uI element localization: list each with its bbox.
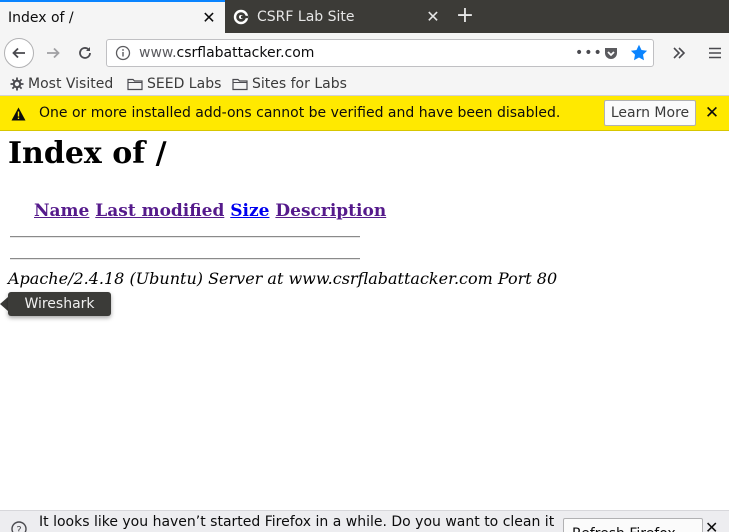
help-icon: ? <box>11 521 27 532</box>
tab-strip: Index of / ✕ CSRF Lab Site ✕ + <box>0 0 729 33</box>
forward-button[interactable] <box>38 33 68 73</box>
tab-close-icon[interactable]: ✕ <box>201 8 217 27</box>
folder-icon <box>127 78 143 91</box>
bookmark-label: Sites for Labs <box>252 76 347 92</box>
folder-icon <box>232 78 248 91</box>
tooltip-arrow <box>0 297 8 311</box>
forward-arrow-icon <box>47 47 60 59</box>
double-chevron-icon <box>673 47 686 59</box>
column-last-modified-link[interactable]: Last modified <box>95 201 224 221</box>
bookmarks-toolbar: Most Visited SEED Labs Sites for Labs <box>0 73 729 96</box>
bookmark-label: SEED Labs <box>147 76 222 92</box>
addon-warning-bar: One or more installed add-ons cannot be … <box>0 96 729 131</box>
bookmark-star-icon[interactable] <box>629 43 649 63</box>
url-host: csrflabattacker.com <box>176 45 315 61</box>
bookmark-label: Most Visited <box>28 76 114 92</box>
bookmark-seed-labs[interactable]: SEED Labs <box>127 73 221 95</box>
site-favicon-icon <box>233 9 249 25</box>
page-actions-icon[interactable]: ••• <box>575 41 603 65</box>
back-button[interactable] <box>4 33 34 73</box>
close-icon[interactable]: ✕ <box>705 518 718 532</box>
reload-button[interactable] <box>70 33 100 73</box>
column-description-link[interactable]: Description <box>275 201 386 221</box>
reload-icon <box>79 47 91 59</box>
refresh-firefox-button[interactable]: Refresh Firefox <box>563 518 703 532</box>
divider <box>10 258 360 260</box>
refresh-firefox-bar: ? It looks like you haven’t started Fire… <box>0 510 729 532</box>
url-bar[interactable]: www.csrflabattacker.com ••• <box>106 39 654 67</box>
bookmark-most-visited[interactable]: Most Visited <box>10 73 113 95</box>
site-info-icon[interactable] <box>115 45 131 61</box>
bookmark-sites-for-labs[interactable]: Sites for Labs <box>232 73 347 95</box>
tab-title: Index of / <box>8 9 74 26</box>
launcher-tooltip: Wireshark <box>8 292 111 316</box>
column-size-link[interactable]: Size <box>230 201 269 221</box>
back-arrow-icon <box>4 38 34 68</box>
gear-icon <box>10 77 24 91</box>
directory-column-headers: Name Last modified Size Description <box>34 201 386 221</box>
url-text[interactable]: www.csrflabattacker.com <box>139 40 314 66</box>
divider <box>10 236 360 238</box>
navigation-toolbar: www.csrflabattacker.com ••• <box>0 33 729 73</box>
column-name-link[interactable]: Name <box>34 201 89 221</box>
server-signature: Apache/2.4.18 (Ubuntu) Server at www.csr… <box>8 269 558 288</box>
hamburger-icon <box>709 47 721 59</box>
page-title: Index of / <box>8 136 167 171</box>
tab-index-of[interactable]: Index of / ✕ <box>0 0 225 33</box>
hamburger-menu-button[interactable] <box>700 33 729 73</box>
learn-more-button[interactable]: Learn More <box>604 100 696 126</box>
pocket-icon[interactable] <box>603 45 619 61</box>
tab-close-icon[interactable]: ✕ <box>425 7 441 26</box>
tab-title: CSRF Lab Site <box>257 8 355 25</box>
overflow-menu-button[interactable] <box>664 33 694 73</box>
url-prefix: www. <box>139 45 177 61</box>
tab-csrf-lab-site[interactable]: CSRF Lab Site ✕ <box>225 0 449 33</box>
new-tab-button[interactable]: + <box>452 2 478 30</box>
refresh-message: It looks like you haven’t started Firefo… <box>39 514 555 530</box>
warning-icon <box>11 106 26 121</box>
svg-text:?: ? <box>16 525 21 532</box>
warning-message: One or more installed add-ons cannot be … <box>39 105 561 121</box>
close-icon[interactable]: ✕ <box>703 103 721 123</box>
